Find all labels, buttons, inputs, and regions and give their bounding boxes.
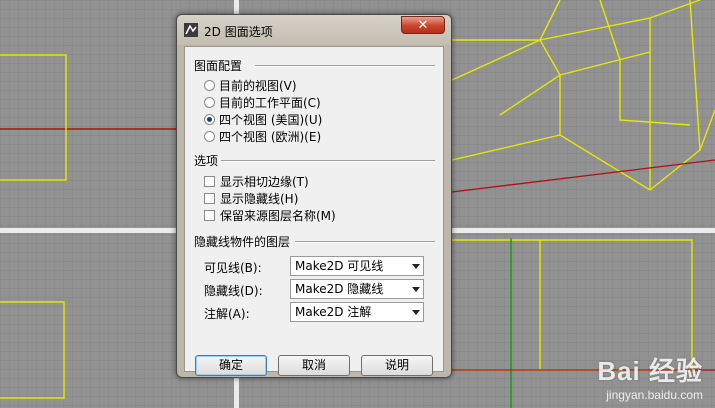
- chevron-down-icon[interactable]: [412, 310, 420, 315]
- help-button[interactable]: 说明: [361, 355, 433, 376]
- app-icon: [184, 23, 198, 37]
- radio-button[interactable]: [204, 96, 215, 108]
- layers-group-title: 隐藏线物件的图层: [194, 235, 291, 249]
- watermark-logo: Bai 经验: [597, 356, 703, 387]
- radio-button[interactable]: [204, 79, 215, 91]
- annotations-layer-select[interactable]: Make2D 注解: [290, 302, 424, 322]
- checkbox-show-tangent-edges[interactable]: 显示相切边缘(T): [204, 173, 309, 189]
- visible-lines-layer-select[interactable]: Make2D 可见线: [290, 256, 424, 276]
- radio-current-view[interactable]: 目前的视图(V): [204, 77, 297, 93]
- cancel-button[interactable]: 取消: [278, 355, 350, 376]
- ok-button[interactable]: 确定: [195, 355, 267, 376]
- combo-value: Make2D 可见线: [295, 259, 384, 273]
- radio-current-cplane[interactable]: 目前的工作平面(C): [204, 94, 321, 110]
- annotations-label: 注解(A):: [204, 307, 250, 321]
- watermark: Bai 经验 jingyan.baidu.com: [597, 356, 703, 402]
- combo-value: Make2D 隐藏线: [295, 282, 384, 296]
- dialog-client: 图面配置 目前的视图(V) 目前的工作平面(C) 四个视图 (美国)(U) 四个…: [184, 46, 444, 376]
- radio-four-views-europe[interactable]: 四个视图 (欧洲)(E): [204, 128, 321, 144]
- checkbox[interactable]: [204, 209, 215, 221]
- hidden-lines-layer-select[interactable]: Make2D 隐藏线: [290, 279, 424, 299]
- checkbox-label: 保留来源图层名称(M): [220, 208, 336, 223]
- group-divider: [255, 65, 435, 67]
- radio-button-selected[interactable]: [204, 113, 215, 125]
- group-divider: [221, 160, 435, 162]
- dialog-title: 2D 图面选项: [204, 25, 273, 39]
- make2d-options-dialog: 2D 图面选项 ✕ 图面配置 目前的视图(V) 目前的工作平面(C) 四个视图 …: [176, 14, 452, 378]
- checkbox-label: 显示相切边缘(T): [220, 174, 309, 189]
- close-button[interactable]: ✕: [401, 16, 445, 34]
- close-icon: ✕: [417, 18, 429, 33]
- layout-group-title: 图面配置: [194, 59, 243, 73]
- checkbox[interactable]: [204, 175, 215, 187]
- radio-label: 目前的工作平面(C): [219, 95, 321, 110]
- radio-four-views-us[interactable]: 四个视图 (美国)(U): [204, 111, 322, 127]
- watermark-url: jingyan.baidu.com: [606, 387, 703, 402]
- radio-label: 四个视图 (欧洲)(E): [219, 129, 322, 144]
- options-group-title: 选项: [194, 154, 219, 168]
- dialog-titlebar[interactable]: 2D 图面选项 ✕: [177, 15, 451, 45]
- checkbox-show-hidden-lines[interactable]: 显示隐藏线(H): [204, 190, 298, 206]
- chevron-down-icon[interactable]: [412, 287, 420, 292]
- radio-label: 目前的视图(V): [219, 78, 297, 93]
- group-divider: [295, 241, 435, 243]
- checkbox-label: 显示隐藏线(H): [220, 191, 299, 206]
- hidden-lines-label: 隐藏线(D):: [204, 284, 263, 298]
- radio-button[interactable]: [204, 130, 215, 142]
- visible-lines-label: 可见线(B):: [204, 261, 262, 275]
- checkbox[interactable]: [204, 192, 215, 204]
- chevron-down-icon[interactable]: [412, 264, 420, 269]
- combo-value: Make2D 注解: [295, 305, 372, 319]
- radio-label: 四个视图 (美国)(U): [219, 112, 323, 127]
- checkbox-keep-source-layer-names[interactable]: 保留来源图层名称(M): [204, 207, 336, 223]
